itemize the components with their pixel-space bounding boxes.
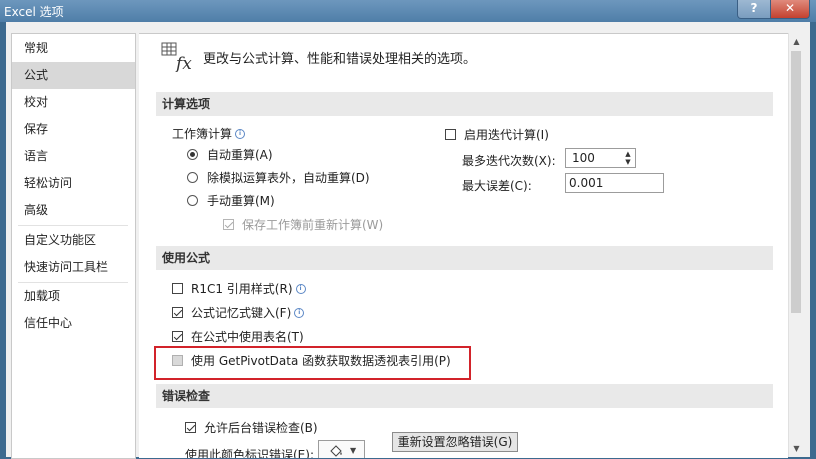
sidebar-divider (18, 225, 128, 226)
radio-button[interactable] (187, 149, 198, 160)
section-error-checking: 错误检查 (156, 384, 773, 408)
radio-button[interactable] (187, 172, 198, 183)
checkbox-iterative[interactable]: 启用迭代计算(I) (445, 126, 549, 143)
options-dialog: 常规 公式 校对 保存 语言 轻松访问 高级 自定义功能区 快速访问工具栏 加载… (6, 22, 810, 459)
error-color-label: 使用此颜色标识错误(E): (185, 448, 314, 458)
sidebar-item-save[interactable]: 保存 (12, 116, 135, 143)
workbook-calc-label: 工作簿计算 i (172, 125, 246, 142)
checkbox[interactable] (445, 129, 456, 140)
radio-manual[interactable]: 手动重算(M) (187, 192, 275, 209)
section-calculation: 计算选项 (156, 92, 773, 116)
info-icon: i (295, 283, 306, 294)
scroll-down-icon[interactable]: ▼ (789, 441, 804, 456)
error-color-picker[interactable]: ▼ (318, 440, 365, 458)
sidebar-item-trust-center[interactable]: 信任中心 (12, 310, 135, 337)
max-change-label: 最大误差(C): (462, 179, 532, 193)
chevron-up-icon[interactable]: ▲ (623, 150, 633, 158)
checkbox[interactable] (172, 331, 183, 342)
sidebar-item-proofing[interactable]: 校对 (12, 89, 135, 116)
max-iterations-label: 最多迭代次数(X): (462, 154, 556, 168)
iterative-label: 启用迭代计算(I) (464, 128, 549, 142)
checkbox (223, 219, 234, 230)
svg-text:fx: fx (174, 54, 192, 72)
checkbox-formula-autocomplete[interactable]: 公式记忆式键入(F) i (172, 304, 305, 321)
max-iterations-value: 100 (572, 151, 595, 165)
window-title: Excel 选项 (4, 5, 64, 19)
chevron-down-icon[interactable]: ▼ (350, 446, 356, 455)
content-scrollbar[interactable]: ▲ ▼ (788, 33, 804, 457)
recalc-before-save-label: 保存工作簿前重新计算(W) (242, 218, 384, 232)
max-iterations-stepper[interactable]: 100 ▲ ▼ (565, 148, 636, 168)
workbook-calc-text: 工作簿计算 (172, 127, 233, 141)
sidebar-item-accessibility[interactable]: 轻松访问 (12, 170, 135, 197)
sidebar-item-general[interactable]: 常规 (12, 35, 135, 62)
checkbox-recalc-before-save: 保存工作簿前重新计算(W) (223, 216, 383, 233)
scroll-thumb[interactable] (791, 51, 801, 313)
checkbox-getpivotdata[interactable]: 使用 GetPivotData 函数获取数据透视表引用(P) (172, 352, 451, 369)
getpivotdata-label: 使用 GetPivotData 函数获取数据透视表引用(P) (191, 354, 451, 368)
checkbox-table-names[interactable]: 在公式中使用表名(T) (172, 328, 304, 345)
formula-fx-icon: fx (161, 42, 192, 72)
checkbox[interactable] (172, 283, 183, 294)
info-icon: i (294, 307, 305, 318)
max-change-field[interactable]: 0.001 (565, 173, 664, 193)
table-names-label: 在公式中使用表名(T) (191, 330, 304, 344)
radio-auto-except-label: 除模拟运算表外，自动重算(D) (207, 171, 370, 185)
sidebar-item-quick-access-toolbar[interactable]: 快速访问工具栏 (12, 254, 135, 281)
options-sidebar: 常规 公式 校对 保存 语言 轻松访问 高级 自定义功能区 快速访问工具栏 加载… (11, 33, 136, 459)
checkbox[interactable] (172, 307, 183, 318)
background-error-label: 允许后台错误检查(B) (204, 421, 318, 435)
radio-automatic-label: 自动重算(A) (207, 148, 273, 162)
info-icon: i (235, 128, 246, 139)
section-formulas: 使用公式 (156, 246, 773, 270)
close-button[interactable]: ✕ (770, 0, 810, 19)
chevron-down-icon[interactable]: ▼ (623, 158, 633, 166)
max-change-value: 0.001 (569, 176, 604, 190)
radio-automatic[interactable]: 自动重算(A) (187, 146, 273, 163)
options-content: fx 更改与公式计算、性能和错误处理相关的选项。 计算选项 工作簿计算 i 自动重… (139, 33, 788, 458)
checkbox-r1c1[interactable]: R1C1 引用样式(R) i (172, 280, 306, 297)
sidebar-item-language[interactable]: 语言 (12, 143, 135, 170)
sidebar-item-formulas[interactable]: 公式 (12, 62, 135, 89)
radio-button[interactable] (187, 195, 198, 206)
r1c1-label: R1C1 引用样式(R) (191, 282, 293, 296)
sidebar-item-add-ins[interactable]: 加载项 (12, 283, 135, 310)
checkbox[interactable] (172, 355, 183, 366)
scroll-up-icon[interactable]: ▲ (789, 34, 804, 49)
sidebar-item-customize-ribbon[interactable]: 自定义功能区 (12, 227, 135, 254)
checkbox-background-error-checking[interactable]: 允许后台错误检查(B) (185, 419, 318, 436)
help-button[interactable]: ? (737, 0, 771, 19)
sidebar-item-advanced[interactable]: 高级 (12, 197, 135, 224)
paint-bucket-icon (330, 445, 342, 457)
page-description: 更改与公式计算、性能和错误处理相关的选项。 (203, 52, 477, 67)
radio-manual-label: 手动重算(M) (207, 194, 275, 208)
checkbox[interactable] (185, 422, 196, 433)
title-bar: Excel 选项 ? ✕ (0, 0, 816, 22)
radio-auto-except-tables[interactable]: 除模拟运算表外，自动重算(D) (187, 169, 370, 186)
reset-ignored-errors-button[interactable]: 重新设置忽略错误(G) (392, 432, 518, 452)
formula-autocomplete-label: 公式记忆式键入(F) (191, 306, 292, 320)
